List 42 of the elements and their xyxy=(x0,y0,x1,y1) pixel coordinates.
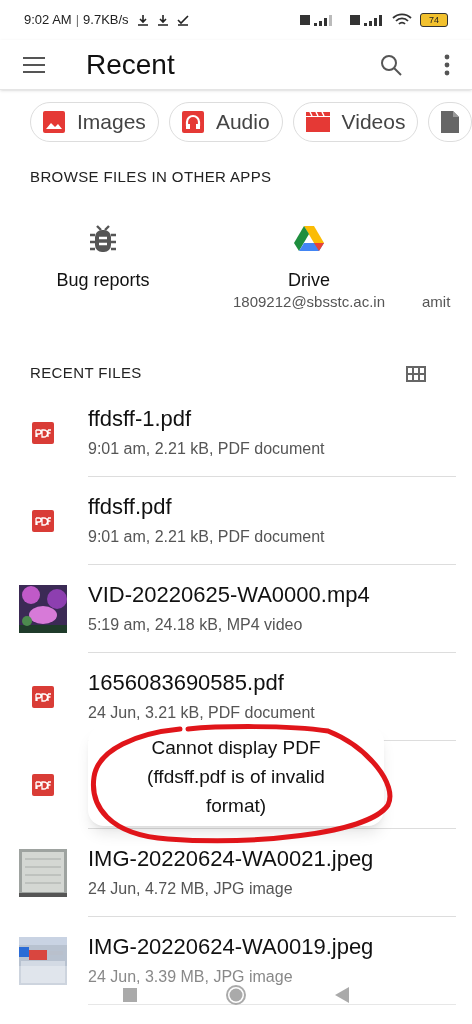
network-speed: 9.7KB/s xyxy=(83,11,129,30)
file-name[interactable]: ffdsff.pdf xyxy=(88,492,172,522)
clapperboard-icon xyxy=(305,112,330,132)
file-details: 24 Jun, 3.39 MB, JPG image xyxy=(88,967,293,987)
menu-icon[interactable] xyxy=(22,55,46,74)
pdf-file-icon xyxy=(32,509,54,532)
screen-title: Recent xyxy=(86,47,175,82)
file-details: 5:19 am, 24.18 kB, MP4 video xyxy=(88,615,303,635)
file-name[interactable]: ffdsff-1.pdf xyxy=(88,404,192,434)
check-icon xyxy=(176,14,189,26)
file-details: 24 Jun, 3.21 kB, PDF document xyxy=(88,703,315,723)
error-toast: Cannot display PDF (ffdsff.pdf is of invalid format) xyxy=(88,726,384,826)
file-details: 9:01 am, 2.21 kB, PDF document xyxy=(88,527,325,547)
pdf-file-icon xyxy=(32,685,54,708)
file-name[interactable]: IMG-20220624-WA0021.jpeg xyxy=(88,844,374,874)
section-heading: RECENT FILES xyxy=(30,363,142,384)
search-icon[interactable] xyxy=(380,53,402,76)
file-name[interactable]: 1656083690585.pdf xyxy=(88,668,284,698)
document-icon xyxy=(441,111,460,133)
app-name[interactable]: Bug reports xyxy=(56,268,150,291)
download-icon xyxy=(156,14,169,26)
drive-icon xyxy=(294,225,324,252)
account-email: amit xyxy=(421,291,451,312)
pdf-file-icon xyxy=(32,773,54,796)
download-icon xyxy=(136,14,149,26)
headphones-icon xyxy=(181,111,204,133)
grid-view-icon[interactable] xyxy=(406,365,426,382)
app-name[interactable]: Drive xyxy=(288,268,330,291)
section-heading: BROWSE FILES IN OTHER APPS xyxy=(30,167,272,187)
file-name[interactable]: VID-20220625-WA0000.mp4 xyxy=(88,580,370,610)
file-details: 24 Jun, 4.72 MB, JPG image xyxy=(88,879,293,899)
image-icon xyxy=(43,111,65,133)
status-time: 9:02 AM xyxy=(24,11,72,30)
wifi-icon xyxy=(392,13,412,27)
status-separator: | xyxy=(75,11,80,30)
file-name[interactable]: IMG-20220624-WA0019.jpeg xyxy=(88,932,374,962)
account-email: 1809212@sbsstc.ac.in xyxy=(233,291,385,312)
file-details: 9:01 am, 2.21 kB, PDF document xyxy=(88,439,325,459)
pdf-file-icon xyxy=(32,421,54,444)
bug-icon xyxy=(89,223,117,254)
more-options-icon[interactable] xyxy=(444,53,450,76)
battery-indicator: 74 xyxy=(420,13,448,27)
